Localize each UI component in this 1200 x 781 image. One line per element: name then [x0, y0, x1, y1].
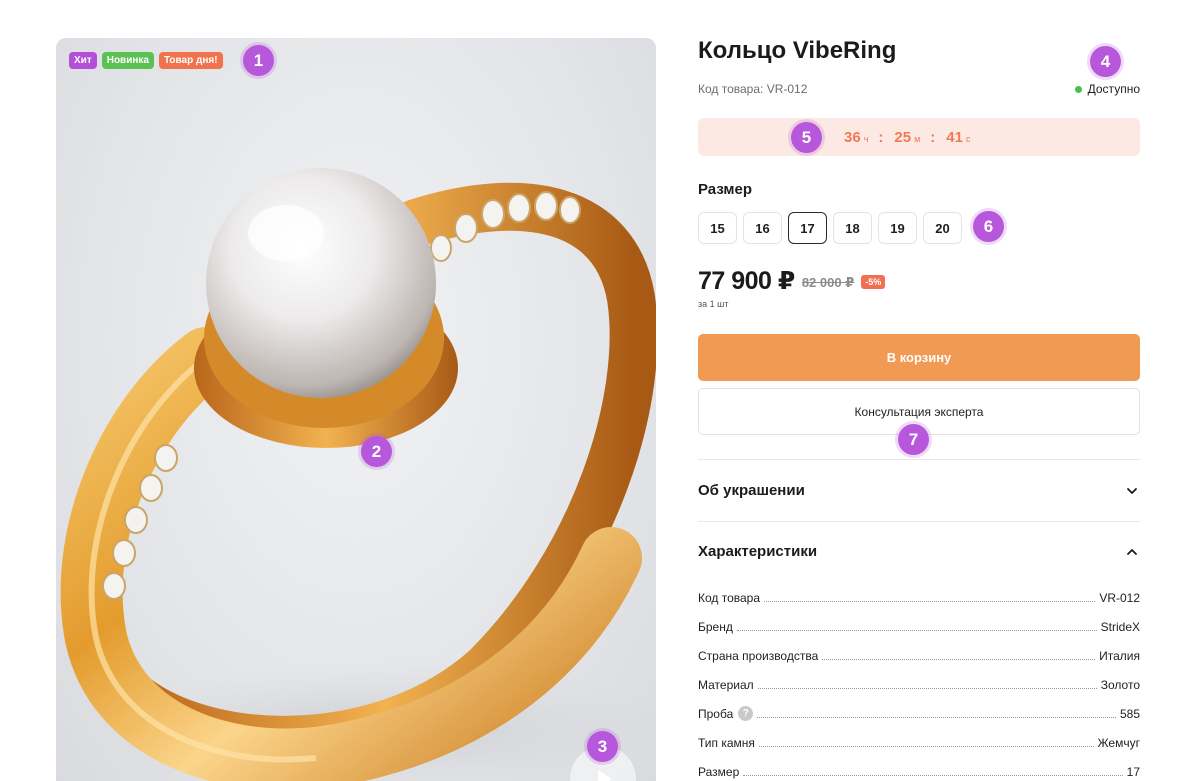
- spec-key: Материал: [698, 678, 754, 692]
- annotation-marker-6: 6: [973, 211, 1004, 242]
- annotation-marker-2: 2: [361, 436, 392, 467]
- product-image: [60, 168, 656, 781]
- spec-key: Проба: [698, 706, 734, 721]
- product-sku: Код товара: VR-012: [698, 82, 808, 96]
- size-option-17[interactable]: 17: [788, 212, 827, 244]
- spec-row: Код товара VR-012: [698, 589, 1140, 605]
- product-title: Кольцо VibeRing: [698, 37, 897, 64]
- chevron-up-icon: [1127, 548, 1137, 555]
- spec-key-with-help: Проба ?: [698, 706, 754, 721]
- status-dot-icon: [1074, 85, 1082, 93]
- spec-value: Италия: [1099, 649, 1140, 663]
- spec-row: Тип камня Жемчуг: [698, 721, 1140, 750]
- timer-hours: 36: [844, 128, 861, 146]
- discount-badge: -5%: [861, 275, 886, 289]
- size-option-18[interactable]: 18: [833, 212, 872, 244]
- spec-key: Код товара: [698, 591, 761, 605]
- spec-key: Страна производства: [698, 649, 819, 663]
- product-gallery[interactable]: Хит Новинка Товар дня!: [56, 38, 656, 781]
- spec-value: 585: [1119, 707, 1140, 721]
- timer-separator: :: [930, 128, 936, 146]
- chevron-down-icon: [1127, 487, 1137, 494]
- price-per-unit: за 1 шт: [698, 299, 729, 309]
- timer-seconds: 41: [946, 128, 963, 146]
- price-block: 77 900 ₽ 82 000 ₽ -5%: [698, 266, 886, 296]
- play-icon: [598, 770, 612, 781]
- add-to-cart-button[interactable]: В корзину: [698, 334, 1140, 381]
- timer-minutes-unit: м: [914, 134, 921, 144]
- size-label: Размер: [698, 181, 753, 198]
- spec-value: 17: [1126, 765, 1140, 779]
- annotation-marker-5: 5: [791, 122, 822, 153]
- current-price: 77 900 ₽: [698, 267, 795, 295]
- spec-leader: [758, 746, 1094, 747]
- accordion-specs-title: Характеристики: [698, 543, 818, 560]
- accordion-about-title: Об украшении: [698, 482, 805, 499]
- specs-table: Код товара VR-012 Бренд StrideX Страна п…: [698, 589, 1140, 779]
- accordion-specs[interactable]: Характеристики: [698, 543, 1140, 560]
- size-option-15[interactable]: 15: [698, 212, 737, 244]
- old-price: 82 000 ₽: [801, 274, 855, 290]
- accordion-about[interactable]: Об украшении: [698, 482, 1140, 499]
- badge-new: Новинка: [101, 52, 154, 69]
- spec-leader: [736, 630, 1097, 631]
- annotation-marker-7: 7: [898, 424, 929, 455]
- spec-value: Жемчуг: [1097, 736, 1141, 750]
- size-option-19[interactable]: 19: [878, 212, 917, 244]
- spec-leader: [757, 688, 1097, 689]
- badge-hit: Хит: [69, 52, 97, 69]
- spec-leader: [743, 775, 1123, 776]
- spec-key: Бренд: [698, 620, 733, 634]
- annotation-marker-4: 4: [1090, 46, 1121, 77]
- availability-label: Доступно: [1087, 82, 1140, 96]
- badge-deal-of-day: Товар дня!: [158, 52, 223, 69]
- spec-leader: [764, 601, 1096, 602]
- divider: [698, 521, 1140, 522]
- size-option-16[interactable]: 16: [743, 212, 782, 244]
- spec-row: Проба ? 585: [698, 692, 1140, 721]
- spec-row: Материал Золото: [698, 663, 1140, 692]
- badge-group: Хит Новинка Товар дня!: [69, 52, 223, 69]
- help-icon[interactable]: ?: [738, 706, 754, 721]
- annotation-marker-3: 3: [587, 731, 618, 762]
- spec-value: StrideX: [1100, 620, 1140, 634]
- spec-leader: [757, 717, 1116, 718]
- spec-value: VR-012: [1099, 591, 1140, 605]
- annotation-marker-1: 1: [243, 45, 274, 76]
- size-selector: 15 16 17 18 19 20: [698, 212, 962, 244]
- spec-row: Страна производства Италия: [698, 634, 1140, 663]
- spec-row: Размер 17: [698, 750, 1140, 779]
- spec-key: Размер: [698, 765, 740, 779]
- spec-row: Бренд StrideX: [698, 605, 1140, 634]
- divider: [698, 459, 1140, 460]
- timer-separator: :: [878, 128, 884, 146]
- timer-minutes: 25: [894, 128, 912, 146]
- spec-key: Тип камня: [698, 736, 755, 750]
- countdown-timer: 36 ч : 25 м : 41 с: [698, 118, 1140, 156]
- availability-status: Доступно: [1074, 82, 1140, 96]
- spec-leader: [822, 659, 1096, 660]
- size-option-20[interactable]: 20: [923, 212, 962, 244]
- spec-value: Золото: [1100, 678, 1140, 692]
- timer-hours-unit: ч: [863, 134, 869, 144]
- timer-seconds-unit: с: [965, 134, 971, 144]
